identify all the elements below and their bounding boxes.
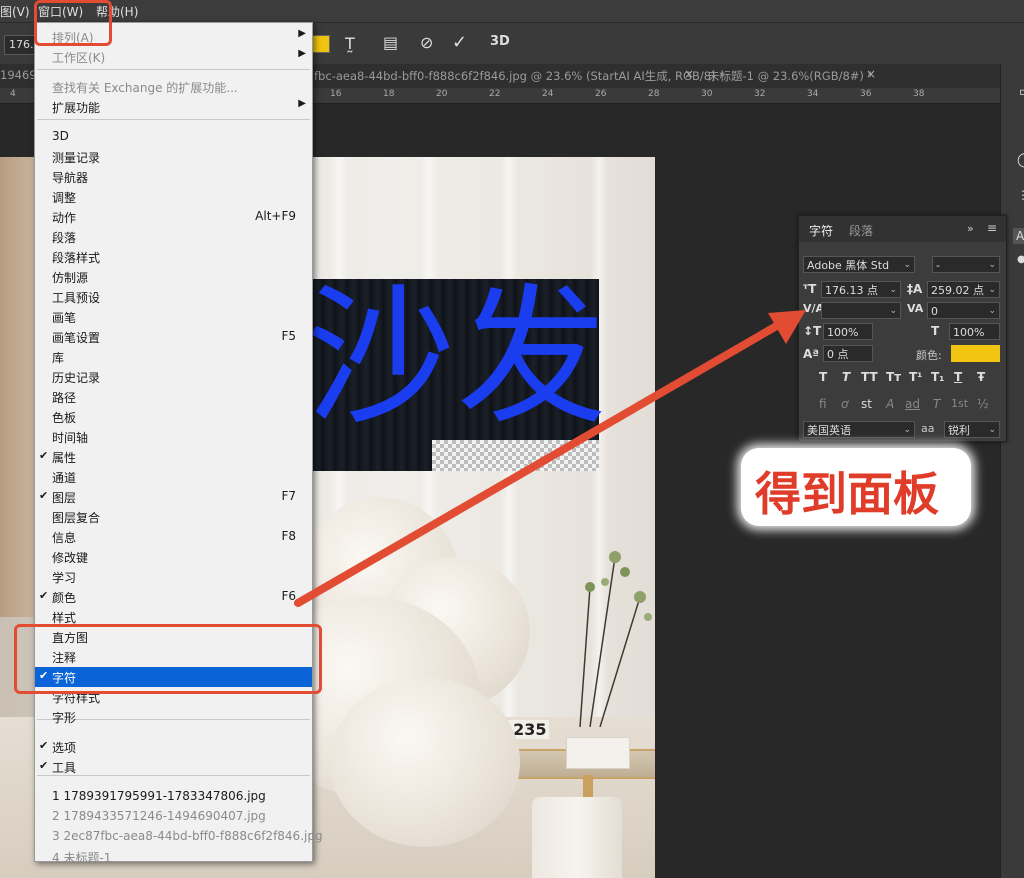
highlight-character-item	[14, 624, 322, 694]
callout-label: 得到面板	[741, 448, 971, 526]
annotation-arrow	[294, 310, 806, 607]
highlight-window-menu	[34, 0, 112, 46]
callout-text: 得到面板	[755, 467, 939, 521]
